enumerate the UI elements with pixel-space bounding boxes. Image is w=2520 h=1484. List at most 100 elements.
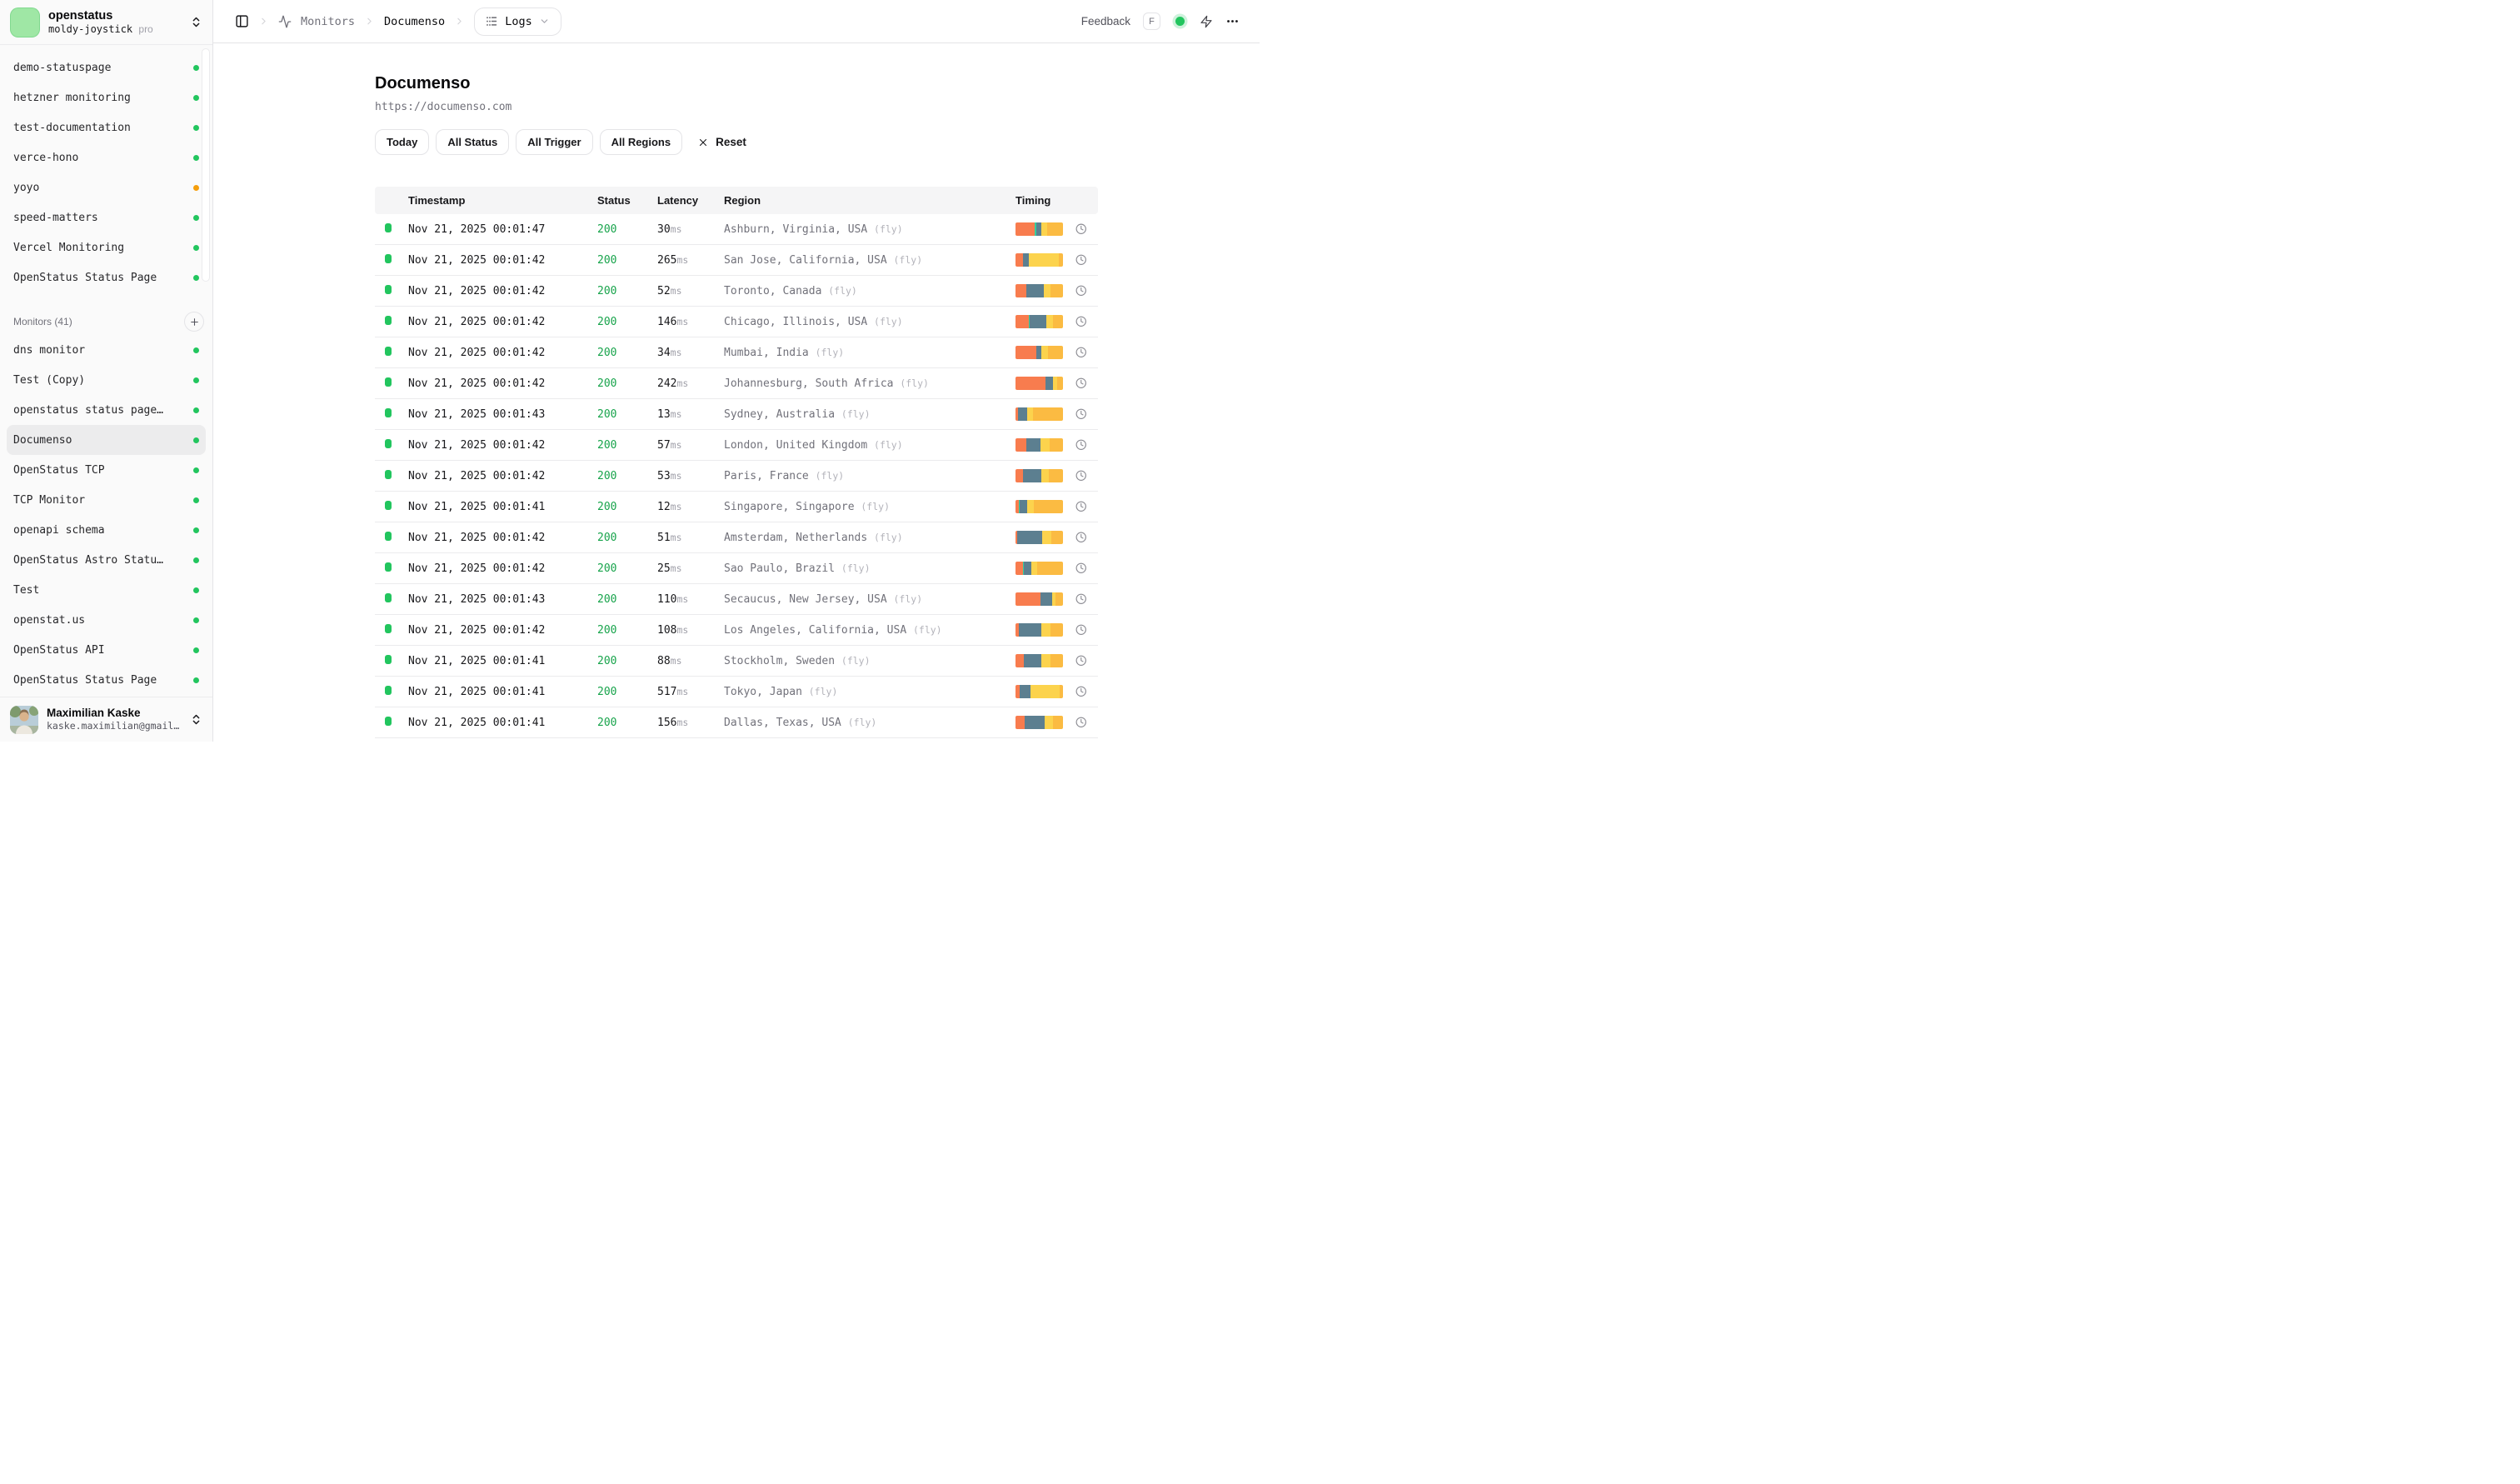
latency-unit: ms [671, 285, 682, 297]
workspace-switcher[interactable]: openstatus moldy-joystick pro [0, 0, 212, 45]
timing-details-button[interactable] [1063, 347, 1086, 358]
sidebar-item-status-page[interactable]: demo-statuspage [7, 52, 206, 82]
workspace-meta: openstatus moldy-joystick pro [48, 9, 182, 36]
timing-segment-amber [1051, 531, 1063, 544]
close-icon [697, 137, 709, 148]
timing-segment-yellow [1041, 469, 1049, 482]
timing-details-button[interactable] [1063, 501, 1086, 512]
log-table-row[interactable]: Nov 21, 2025 00:01:43 200 13ms Sydney, A… [375, 399, 1098, 430]
sidebar-item-monitor[interactable]: openstat.us [7, 605, 206, 635]
sidebar-item-monitor-active[interactable]: Documenso [7, 425, 206, 455]
view-selector-logs[interactable]: Logs [474, 7, 561, 36]
sidebar-item-status-page[interactable]: Vercel Monitoring [7, 232, 206, 262]
timing-details-button[interactable] [1063, 285, 1086, 297]
sidebar-item-status-page[interactable]: speed-matters [7, 202, 206, 232]
status-page-label: yoyo [13, 182, 39, 194]
clock-icon [1075, 717, 1087, 728]
timing-details-button[interactable] [1063, 655, 1086, 667]
sidebar-item-status-page[interactable]: test-documentation [7, 112, 206, 142]
timing-bar [1015, 407, 1063, 421]
sidebar-toggle-button[interactable] [235, 14, 249, 28]
sidebar-item-status-page[interactable]: OpenStatus Status Page [7, 262, 206, 292]
timing-details-button[interactable] [1063, 717, 1086, 728]
log-table-row[interactable]: Nov 21, 2025 00:01:43 200 110ms Secaucus… [375, 584, 1098, 615]
status-live-dot[interactable] [1175, 17, 1185, 26]
timing-details-button[interactable] [1063, 562, 1086, 574]
timing-segment-yellow [1044, 284, 1051, 297]
timing-details-button[interactable] [1063, 686, 1086, 697]
filter-button-all-trigger[interactable]: All Trigger [516, 129, 592, 155]
reset-filters-button[interactable]: Reset [689, 129, 755, 155]
lightning-icon[interactable] [1200, 15, 1213, 28]
col-header-latency: Latency [657, 194, 724, 207]
status-code-cell: 200 [597, 316, 657, 328]
latency-cell: 146ms [657, 316, 724, 328]
log-table-row[interactable]: Nov 21, 2025 00:01:42 200 51ms Amsterdam… [375, 522, 1098, 553]
filter-button-all-regions[interactable]: All Regions [600, 129, 683, 155]
log-table-row[interactable]: Nov 21, 2025 00:01:42 200 242ms Johannes… [375, 368, 1098, 399]
log-table-row[interactable]: Nov 21, 2025 00:01:41 200 517ms Tokyo, J… [375, 677, 1098, 707]
latency-unit: ms [676, 316, 688, 327]
timing-details-button[interactable] [1063, 470, 1086, 482]
sidebar-item-monitor[interactable]: OpenStatus Status Page [7, 665, 206, 695]
sidebar-item-monitor[interactable]: Test (Copy) [7, 365, 206, 395]
timing-segment-amber [1057, 377, 1063, 390]
sidebar-item-monitor[interactable]: OpenStatus API [7, 635, 206, 665]
filter-button-today[interactable]: Today [375, 129, 429, 155]
log-table-row[interactable]: Nov 21, 2025 00:01:41 200 156ms Dallas, … [375, 707, 1098, 738]
sidebar-scrollbar[interactable] [202, 48, 210, 282]
timing-details-button[interactable] [1063, 624, 1086, 636]
timing-details-button[interactable] [1063, 254, 1086, 266]
timing-details-button[interactable] [1063, 532, 1086, 543]
chevron-right-icon [258, 16, 269, 27]
sidebar-item-monitor[interactable]: TCP Monitor [7, 485, 206, 515]
latency-cell: 53ms [657, 470, 724, 482]
reset-label: Reset [716, 136, 746, 148]
chevron-down-icon [539, 16, 550, 27]
timing-details-button[interactable] [1063, 593, 1086, 605]
user-menu[interactable]: Maximilian Kaske kaske.maximilian@gmail… [0, 697, 212, 742]
sidebar-item-monitor[interactable]: OpenStatus TCP [7, 455, 206, 485]
latency-unit: ms [676, 624, 688, 636]
log-table-row[interactable]: Nov 21, 2025 00:01:42 200 25ms Sao Paulo… [375, 553, 1098, 584]
timing-segment-slate [1020, 685, 1030, 698]
breadcrumb-monitor-name[interactable]: Documenso [384, 15, 445, 28]
log-table-row[interactable]: Nov 21, 2025 00:01:42 200 108ms Los Ange… [375, 615, 1098, 646]
breadcrumb-monitors[interactable]: Monitors [301, 15, 355, 28]
sidebar-item-status-page[interactable]: verce-hono [7, 142, 206, 172]
log-table-row[interactable]: Nov 21, 2025 00:01:42 200 53ms Paris, Fr… [375, 461, 1098, 492]
log-table-row[interactable]: Nov 21, 2025 00:01:42 200 52ms Toronto, … [375, 276, 1098, 307]
timing-bar [1015, 716, 1063, 729]
sidebar-item-monitor[interactable]: Test [7, 575, 206, 605]
log-table-row[interactable]: Nov 21, 2025 00:01:41 200 88ms Stockholm… [375, 646, 1098, 677]
sidebar-item-status-page[interactable]: hetzner monitoring [7, 82, 206, 112]
log-table-row[interactable]: Nov 21, 2025 00:01:42 200 146ms Chicago,… [375, 307, 1098, 337]
log-table-row[interactable]: Nov 21, 2025 00:01:41 200 12ms Singapore… [375, 492, 1098, 522]
sidebar-item-monitor[interactable]: openapi schema [7, 515, 206, 545]
more-options-button[interactable] [1225, 14, 1240, 28]
timing-details-button[interactable] [1063, 377, 1086, 389]
log-table-row[interactable]: Nov 21, 2025 00:01:42 200 34ms Mumbai, I… [375, 337, 1098, 368]
sidebar-item-monitor[interactable]: openstatus status page… [7, 395, 206, 425]
status-dot [193, 275, 199, 281]
timing-bar [1015, 469, 1063, 482]
log-table-row[interactable]: Nov 21, 2025 00:01:42 200 57ms London, U… [375, 430, 1098, 461]
sidebar-item-status-page[interactable]: yoyo [7, 172, 206, 202]
log-table-row[interactable]: Nov 21, 2025 00:01:42 200 265ms San Jose… [375, 245, 1098, 276]
timing-details-button[interactable] [1063, 223, 1086, 235]
filter-button-all-status[interactable]: All Status [436, 129, 509, 155]
add-monitor-button[interactable] [184, 312, 204, 332]
org-name: openstatus [48, 9, 182, 23]
sidebar-item-monitor[interactable]: dns monitor [7, 335, 206, 365]
sidebar-scroll-area[interactable]: demo-statuspage hetzner monitoring test-… [0, 45, 212, 697]
status-code-cell: 200 [597, 223, 657, 236]
feedback-button[interactable]: Feedback [1081, 15, 1130, 27]
timing-details-button[interactable] [1063, 439, 1086, 451]
log-table-row[interactable]: Nov 21, 2025 00:01:47 200 30ms Ashburn, … [375, 214, 1098, 245]
timing-details-button[interactable] [1063, 408, 1086, 420]
sidebar-item-monitor[interactable]: OpenStatus Astro Statu… [7, 545, 206, 575]
timestamp-cell: Nov 21, 2025 00:01:41 [408, 686, 597, 698]
timing-details-button[interactable] [1063, 316, 1086, 327]
workspace-name: moldy-joystick pro [48, 23, 182, 36]
timestamp-cell: Nov 21, 2025 00:01:42 [408, 285, 597, 297]
